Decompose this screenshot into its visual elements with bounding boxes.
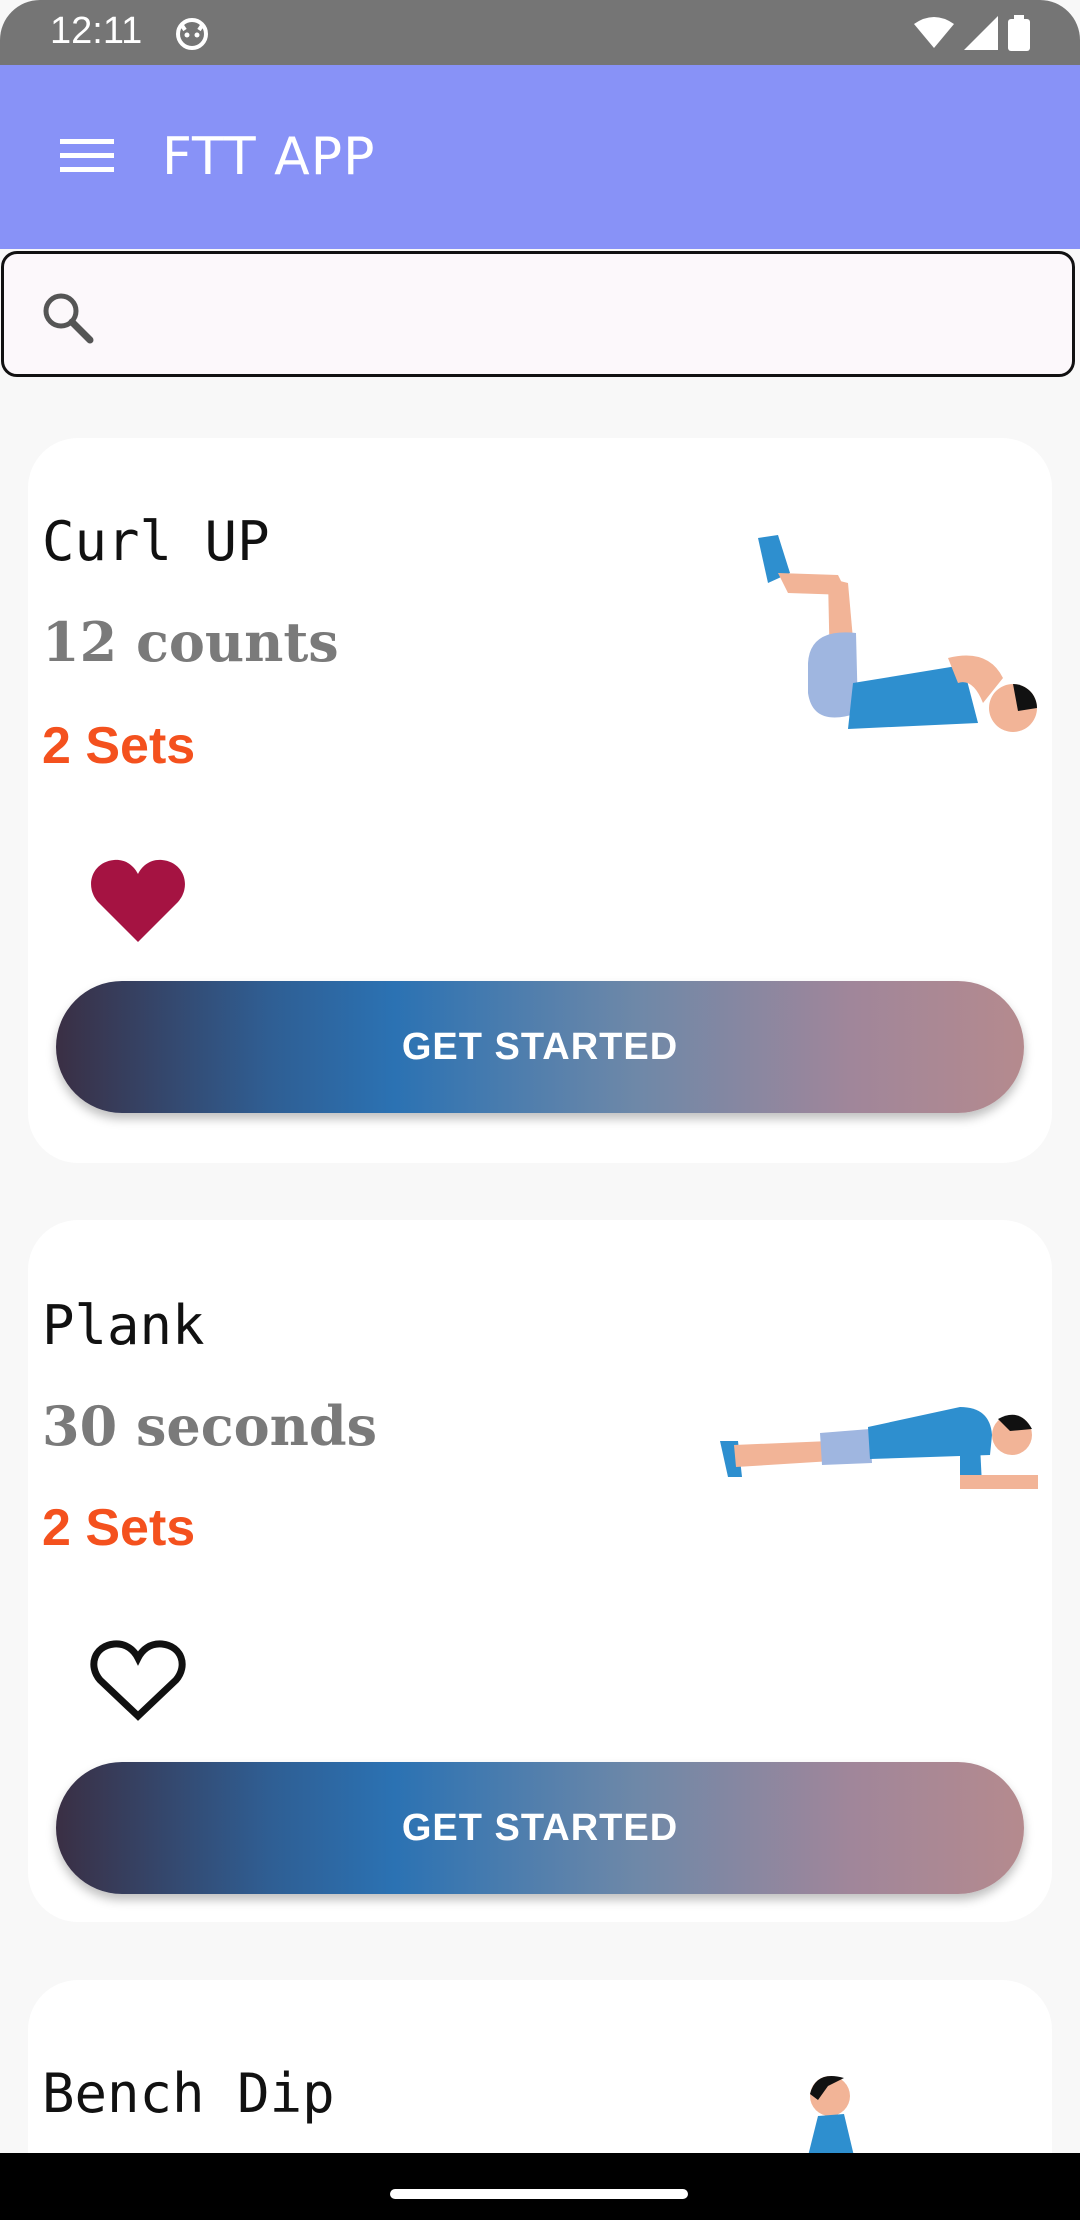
exercise-name: Bench Dip — [42, 2062, 335, 2125]
status-bar: 12:11 — [0, 0, 1080, 65]
signal-icon — [964, 16, 998, 50]
search-icon — [43, 293, 94, 344]
get-started-button[interactable]: GET STARTED — [56, 1762, 1024, 1894]
search-input[interactable] — [114, 274, 1048, 356]
exercise-sets: 2 Sets — [42, 1499, 196, 1557]
exercise-amount: 30 seconds — [42, 1394, 378, 1458]
exercise-amount: 12 counts — [42, 610, 339, 674]
cat-icon — [176, 18, 208, 50]
bench-dip-figure — [808, 2076, 854, 2156]
status-icons — [914, 15, 1030, 51]
search-bar[interactable] — [1, 251, 1075, 377]
hamburger-menu-icon[interactable] — [60, 135, 114, 175]
app-bar: FTT APP — [0, 65, 1080, 249]
favorite-heart-outline-icon[interactable] — [90, 1638, 186, 1724]
battery-icon — [1008, 15, 1030, 51]
exercise-name: Plank — [42, 1294, 205, 1357]
app-title: FTT APP — [162, 127, 376, 187]
status-time: 12:11 — [50, 10, 143, 52]
exercise-card[interactable]: Curl UP 12 counts 2 Sets GET STARTED — [28, 438, 1052, 1163]
exercise-card[interactable]: Plank 30 seconds 2 Sets GET STARTED — [28, 1220, 1052, 1922]
curl-up-figure — [758, 535, 1037, 732]
plank-figure — [720, 1407, 1038, 1489]
navigation-bar — [0, 2153, 1080, 2220]
home-gesture-handle[interactable] — [390, 2189, 688, 2199]
exercise-sets: 2 Sets — [42, 717, 196, 775]
get-started-button[interactable]: GET STARTED — [56, 981, 1024, 1113]
exercise-name: Curl UP — [42, 510, 270, 573]
favorite-heart-icon[interactable] — [90, 858, 186, 944]
wifi-icon — [914, 17, 954, 48]
